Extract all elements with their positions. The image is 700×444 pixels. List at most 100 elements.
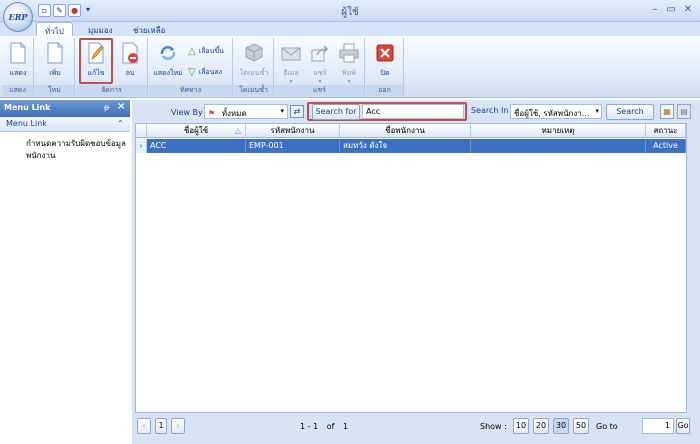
advanced-search-icon[interactable]: ▦ xyxy=(660,104,674,119)
group-label-manage: จัดการ xyxy=(76,85,147,96)
pin-icon[interactable]: ᵽ xyxy=(104,103,109,112)
of-label: of xyxy=(326,422,335,431)
tab-help[interactable]: ช่วยเหลือ xyxy=(125,22,173,37)
page-size-50[interactable]: 50 xyxy=(573,418,589,434)
share-button[interactable]: แชร์ ▾ xyxy=(306,40,334,85)
view-by-select[interactable]: ⚑ ทั้งหมด ▾ xyxy=(204,104,288,119)
close-window-icon[interactable]: ✕ xyxy=(681,3,695,17)
print-button[interactable]: พิมพ์ ▾ xyxy=(335,40,363,85)
show-button[interactable]: แสดง xyxy=(4,40,32,84)
arrow-up-icon: △ xyxy=(188,46,196,57)
domain-button[interactable]: โดเมนซ้ำ xyxy=(236,40,272,84)
email-button-label: อีเมล xyxy=(283,69,299,77)
filter-icon[interactable]: ⇄ xyxy=(290,105,304,118)
go-button[interactable]: Go xyxy=(676,418,690,434)
print-button-label: พิมพ์ xyxy=(342,69,356,77)
menu-link-body xyxy=(0,132,130,444)
domain-button-label: โดเมนซ้ำ xyxy=(239,69,269,77)
edit-button[interactable]: แก้ไข xyxy=(81,40,111,84)
table-row-cell-emp-name[interactable]: สมหวัง ดังใจ xyxy=(340,139,471,153)
table-row-cell-user[interactable]: ACC xyxy=(147,139,246,153)
collapse-icon[interactable]: ⌃ xyxy=(117,119,124,128)
envelope-icon xyxy=(281,47,301,61)
tab-view[interactable]: มุมมอง xyxy=(80,22,121,37)
column-header-emp-code[interactable]: รหัสพนักงาน xyxy=(246,124,340,138)
grid-corner xyxy=(136,124,147,138)
delete-button-label: ลบ xyxy=(125,69,135,77)
email-button[interactable]: อีเมล ▾ xyxy=(277,40,305,85)
refresh-button[interactable]: แสดงใหม่ xyxy=(151,40,185,84)
page-range: 1 - 1 xyxy=(300,422,319,431)
edit-button-label: แก้ไข xyxy=(87,69,105,77)
arrow-down-icon: ▽ xyxy=(188,67,196,78)
close-red-icon xyxy=(376,44,394,62)
table-row-cell-status[interactable]: Active xyxy=(646,139,686,153)
flag-icon: ⚑ xyxy=(208,109,216,118)
cube-icon xyxy=(245,43,263,62)
refresh-icon xyxy=(160,46,176,60)
delete-icon xyxy=(122,42,138,64)
next-page-icon[interactable]: › xyxy=(171,418,185,434)
menu-link-item-responsibility[interactable]: กำหนดความรับผิดชอบข้อมูลพนักงาน xyxy=(26,138,126,162)
restore-icon[interactable]: ▭ xyxy=(664,3,678,17)
column-header-status[interactable]: สถานะ xyxy=(646,124,686,138)
group-label-exit: ออก xyxy=(366,85,403,96)
edit-icon xyxy=(88,42,104,64)
menu-link-title: Menu Link xyxy=(4,103,51,112)
table-row-cell-note[interactable] xyxy=(471,139,646,153)
minimize-icon[interactable]: – xyxy=(648,3,662,17)
page-size-20[interactable]: 20 xyxy=(533,418,549,434)
share-button-label: แชร์ xyxy=(313,69,327,77)
view-by-value: ทั้งหมด xyxy=(221,109,247,118)
show-label: Show : xyxy=(480,422,507,431)
close-button-label: ปิด xyxy=(380,69,390,77)
menu-link-header: Menu Link xyxy=(0,100,130,117)
erp-logo: ERP xyxy=(8,12,28,22)
close-button[interactable]: ปิด xyxy=(370,40,400,84)
page-size-30[interactable]: 30 xyxy=(553,418,569,434)
table-row-cell-emp-code[interactable]: EMP-001 xyxy=(246,139,340,153)
search-for-label: Search for xyxy=(312,104,360,120)
group-label-show: แสดง xyxy=(2,85,33,96)
add-button-label: เพิ่ม xyxy=(49,69,61,77)
app-menu-orb[interactable]: ERP xyxy=(3,2,33,32)
group-label-share: แชร์ xyxy=(275,85,364,96)
column-header-user-label: ชื่อผู้ใช้ xyxy=(183,126,209,135)
page-size-10[interactable]: 10 xyxy=(513,418,529,434)
group-label-domain: โดเมนซ้ำ xyxy=(234,85,273,96)
view-by-dropdown-icon: ▾ xyxy=(280,107,284,115)
share-icon xyxy=(311,45,329,62)
move-down-button[interactable]: ▽ เลื่อนลง xyxy=(188,67,222,78)
panel-close-icon[interactable]: × xyxy=(117,101,125,112)
search-input[interactable]: Acc xyxy=(362,104,464,119)
menu-link-section-label: Menu Link xyxy=(6,119,47,128)
goto-label: Go to xyxy=(596,422,618,431)
move-up-label: เลื่อนขึ้น xyxy=(198,47,224,55)
column-header-note[interactable]: หมายเหตุ xyxy=(471,124,646,138)
layout-icon[interactable]: ▤ xyxy=(677,104,691,119)
window-title: ผู้ใช้ xyxy=(341,7,359,18)
tab-general[interactable]: ทั่วไป xyxy=(36,22,73,37)
new-doc-icon xyxy=(47,42,63,64)
search-in-select[interactable]: ชื่อผู้ใช้, รหัสพนักงา... ▾ xyxy=(510,104,602,119)
column-header-emp-name[interactable]: ชื่อพนักงาน xyxy=(340,124,471,138)
add-button[interactable]: เพิ่ม xyxy=(40,40,70,84)
move-up-button[interactable]: △ เลื่อนขึ้น xyxy=(188,46,224,57)
delete-button[interactable]: ลบ xyxy=(116,40,144,84)
row-indicator-icon: › xyxy=(136,139,147,153)
move-down-label: เลื่อนลง xyxy=(198,68,223,76)
column-header-user[interactable]: ชื่อผู้ใช้ △ xyxy=(147,124,246,138)
goto-page-input[interactable]: 1 xyxy=(642,418,674,434)
data-grid xyxy=(135,123,687,413)
search-button[interactable]: Search xyxy=(606,104,654,120)
current-page[interactable]: 1 xyxy=(155,418,167,434)
print-dropdown-icon: ▾ xyxy=(347,78,351,85)
show-doc-icon xyxy=(10,42,26,64)
search-in-label: Search In xyxy=(471,106,509,115)
view-by-label: View By xyxy=(171,108,203,117)
prev-page-icon[interactable]: ‹ xyxy=(137,418,151,434)
group-label-new: ใหม่ xyxy=(35,85,74,96)
menu-link-section[interactable]: Menu Link xyxy=(0,117,130,132)
sort-asc-icon: △ xyxy=(234,126,241,135)
email-dropdown-icon: ▾ xyxy=(289,78,293,85)
